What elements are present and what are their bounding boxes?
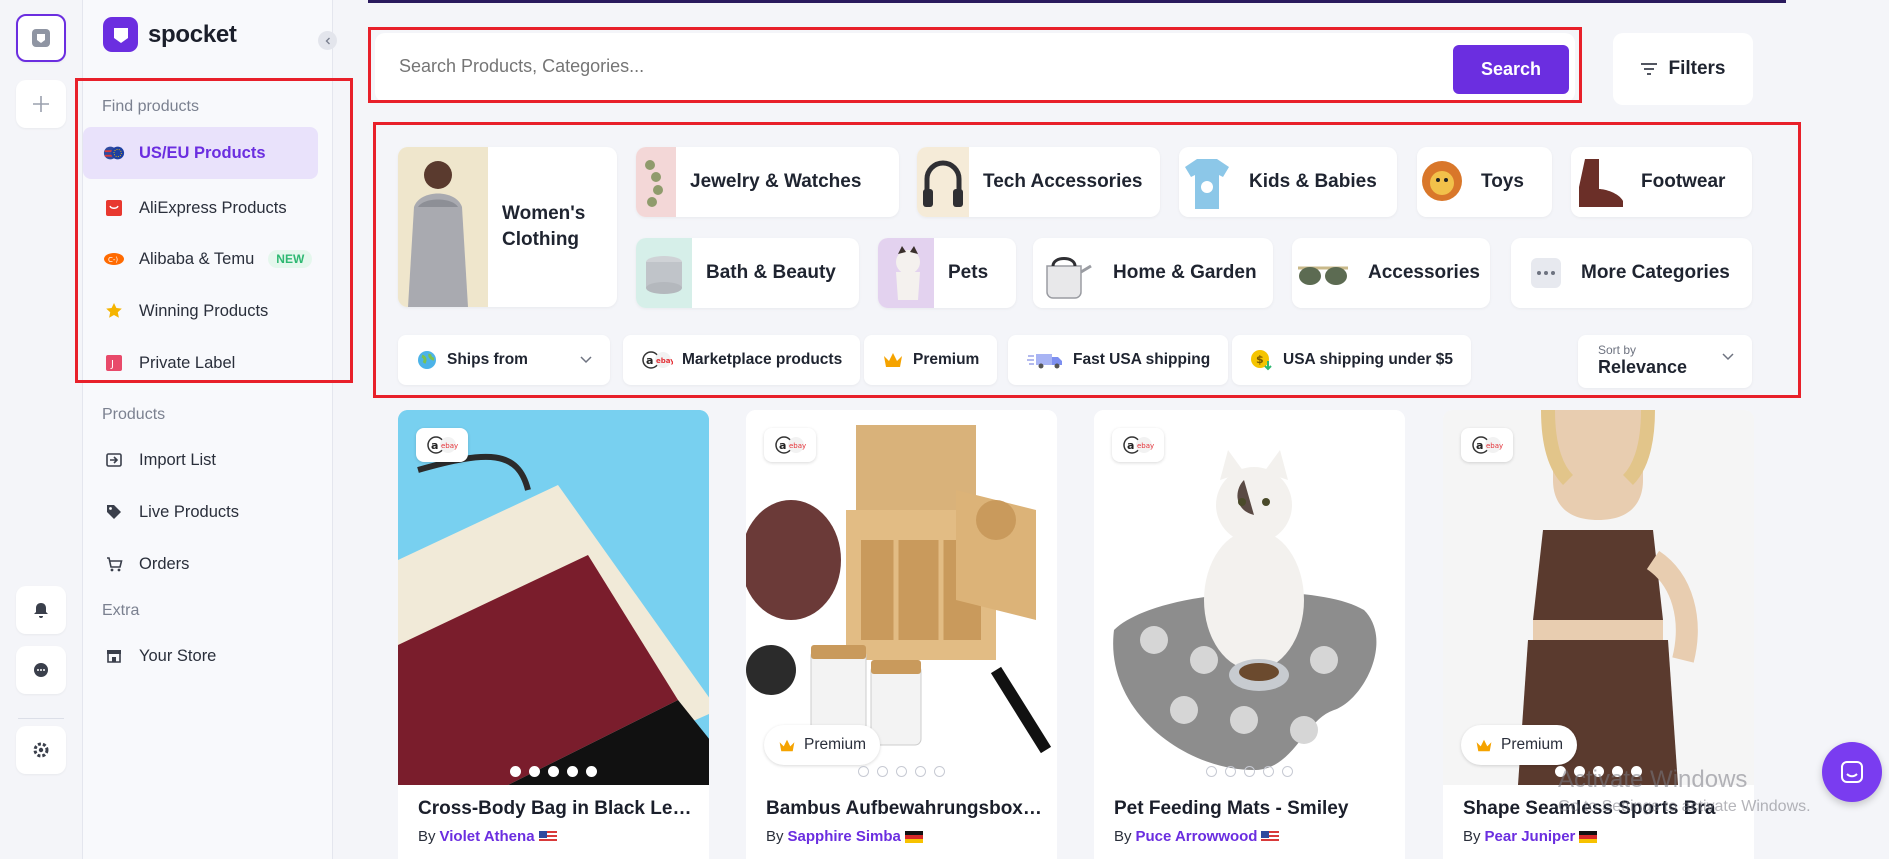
premium-badge: Premium [1461, 725, 1578, 765]
extra-heading: Extra [102, 602, 140, 619]
marketplace-icon: a ebay [1123, 436, 1154, 454]
brand-name: spocket [148, 20, 237, 48]
sidebar-item-your-store[interactable]: Your Store [83, 630, 318, 682]
de-flag-icon [904, 830, 923, 843]
image-carousel-dots[interactable] [746, 766, 1057, 777]
plus-icon [33, 96, 49, 112]
product-title[interactable]: Pet Feeding Mats - Smiley [1114, 798, 1394, 820]
marketplace-badge: a ebay [764, 428, 816, 462]
premium-badge: Premium [764, 725, 881, 765]
filters-button[interactable]: Filters [1613, 33, 1753, 105]
marketplace-icon: a ebay [775, 436, 806, 454]
product-title[interactable]: Bambus Aufbewahrungsbox m... [766, 798, 1046, 820]
supplier-link[interactable]: Puce Arrowwood [1136, 828, 1258, 845]
image-carousel-dots[interactable] [398, 766, 709, 777]
svg-text:a: a [1127, 439, 1134, 452]
crown-icon [1476, 739, 1492, 751]
svg-text:ebay: ebay [1137, 442, 1154, 450]
sidebar-item-live-products[interactable]: Live Products [83, 486, 318, 538]
gear-icon [33, 742, 49, 758]
premium-badge-label: Premium [804, 736, 867, 753]
product-supplier: By Sapphire Simba [766, 828, 923, 845]
marketplace-badge: a ebay [1112, 428, 1164, 462]
settings-button[interactable] [16, 726, 66, 774]
product-image[interactable]: a ebay Premium [1443, 410, 1754, 785]
marketplace-icon: a ebay [1472, 436, 1503, 454]
us-flag-icon [1261, 830, 1280, 843]
svg-text:a: a [779, 439, 786, 452]
us-flag-icon [538, 830, 557, 843]
by-label: By [1114, 828, 1132, 845]
activate-windows-watermark: Activate Windows [1558, 766, 1748, 793]
product-supplier: By Violet Athena [418, 828, 557, 845]
store-front-icon [103, 645, 125, 667]
activate-windows-subtitle: Go to Settings to activate Windows. [1558, 798, 1811, 815]
product-image[interactable]: a ebay [398, 410, 709, 785]
notifications-button[interactable] [16, 586, 66, 634]
svg-text:a: a [431, 439, 438, 452]
chat-button[interactable] [16, 646, 66, 694]
crown-icon [779, 739, 795, 751]
product-title[interactable]: Cross-Body Bag in Black Leath... [418, 798, 698, 820]
by-label: By [418, 828, 436, 845]
annotation-box-search [368, 27, 1582, 103]
sidebar-item-label: Orders [139, 554, 190, 573]
svg-text:ebay: ebay [789, 442, 806, 450]
filters-label: Filters [1668, 58, 1726, 79]
collapse-sidebar-button[interactable] [318, 31, 337, 50]
by-label: By [1463, 828, 1481, 845]
product-card[interactable]: a ebay Premium Bambus Aufbewahrungsbox m.… [746, 410, 1057, 859]
store-switcher-button[interactable] [16, 14, 66, 62]
de-flag-icon [1579, 830, 1598, 843]
filter-lines-icon [1641, 63, 1658, 75]
products-heading: Products [102, 406, 166, 423]
product-card[interactable]: a ebay Cross-Body Bag in Black Leath... B… [398, 410, 709, 859]
image-carousel-dots[interactable] [1094, 766, 1405, 777]
product-card[interactable]: a ebay Pet Feeding Mats - Smiley By Puce … [1094, 410, 1405, 859]
svg-text:a: a [1476, 439, 1483, 452]
product-supplier: By Puce Arrowwood [1114, 828, 1280, 845]
sidebar-item-label: Import List [139, 450, 217, 469]
marketplace-badge: a ebay [416, 428, 468, 462]
chat-bubble-icon [34, 663, 48, 677]
supplier-link[interactable]: Sapphire Simba [788, 828, 901, 845]
by-label: By [766, 828, 784, 845]
svg-text:ebay: ebay [441, 442, 458, 450]
chat-widget-icon [1841, 761, 1863, 783]
sidebar-item-label: Your Store [139, 646, 217, 665]
import-icon [103, 449, 125, 471]
sidebar-item-import-list[interactable]: Import List [83, 434, 318, 486]
product-image[interactable]: a ebay [1094, 410, 1405, 785]
app-rail [0, 0, 83, 859]
brand[interactable]: spocket [103, 17, 237, 52]
support-chat-button[interactable] [1822, 742, 1882, 802]
bell-icon [34, 603, 48, 618]
product-supplier: By Pear Juniper [1463, 828, 1598, 845]
product-image[interactable]: a ebay Premium [746, 410, 1057, 785]
marketplace-icon: a ebay [427, 436, 458, 454]
add-store-button[interactable] [16, 80, 66, 128]
supplier-link[interactable]: Violet Athena [440, 828, 535, 845]
sidebar-item-label: Live Products [139, 502, 239, 521]
top-accent-bar [368, 0, 1786, 3]
spocket-logo-icon [103, 17, 138, 52]
annotation-box-sidebar [75, 78, 353, 383]
annotation-box-categories [373, 122, 1801, 398]
marketplace-badge: a ebay [1461, 428, 1513, 462]
tag-icon [103, 501, 125, 523]
svg-text:ebay: ebay [1486, 442, 1503, 450]
sidebar-item-orders[interactable]: Orders [83, 538, 318, 590]
supplier-link[interactable]: Pear Juniper [1485, 828, 1576, 845]
store-icon [32, 29, 50, 47]
chevron-left-icon [325, 37, 330, 44]
rail-divider [18, 718, 64, 719]
cart-icon [103, 553, 125, 575]
premium-badge-label: Premium [1501, 736, 1564, 753]
